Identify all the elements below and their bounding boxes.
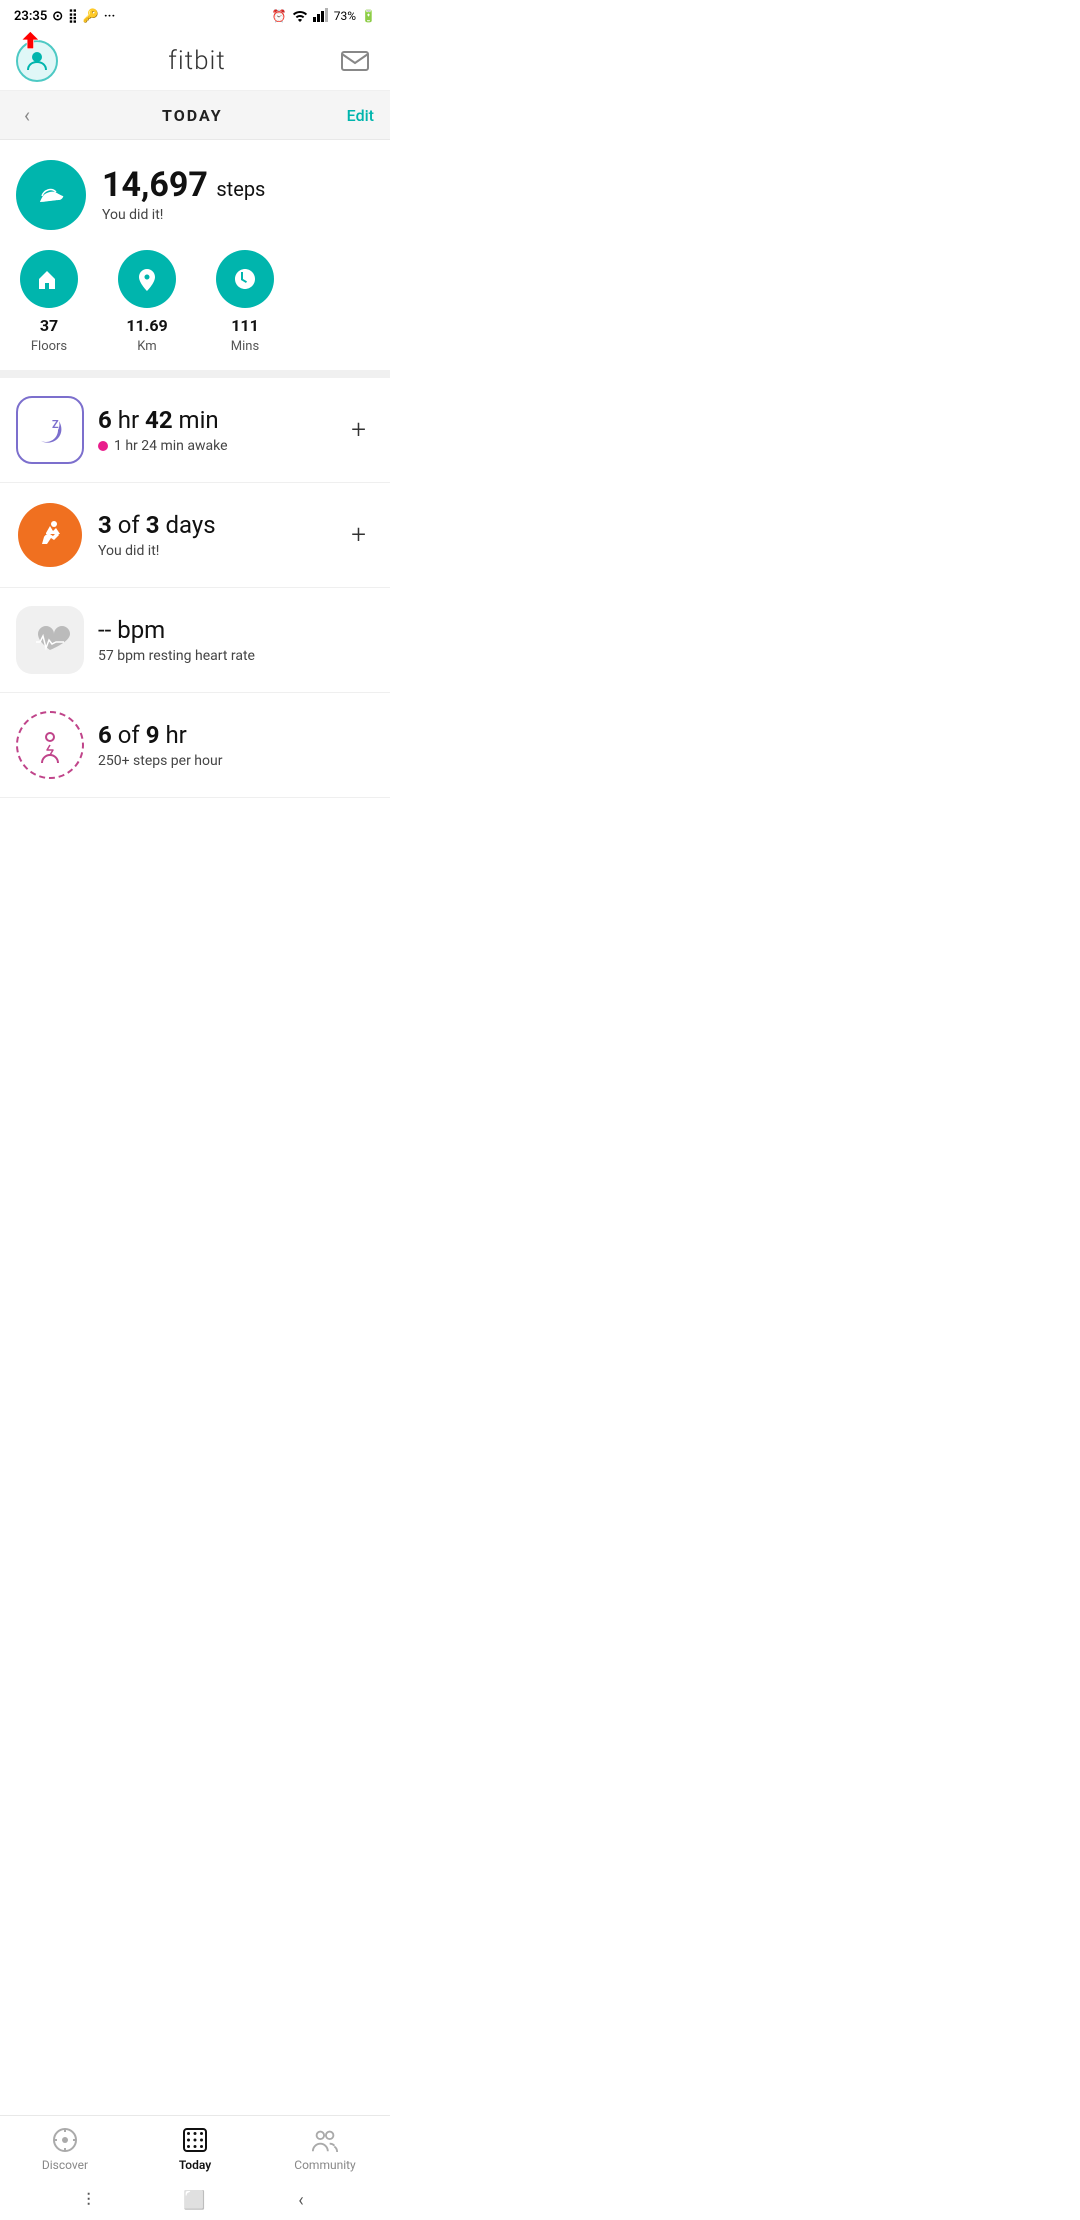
community-label: Community <box>294 2158 355 2172</box>
heartrate-icon-wrap <box>16 606 84 674</box>
wifi-icon <box>292 8 308 25</box>
heartrate-info: -- bpm 57 bpm resting heart rate <box>98 616 374 664</box>
activezone-sub: 250+ steps per hour <box>98 753 374 769</box>
km-label: Km <box>137 339 156 354</box>
status-right: ⏰ 73% 🔋 <box>272 8 376 25</box>
mins-icon <box>216 250 274 308</box>
activity-add-button[interactable]: + <box>343 516 374 554</box>
status-time: 23:35 ⊙ ⣿ 🔑 ··· <box>14 9 115 24</box>
activezone-item[interactable]: 6 of 9 hr 250+ steps per hour <box>0 693 390 798</box>
mins-value: 111 <box>231 316 259 335</box>
sleep-duration: 6 hr 42 min <box>98 406 343 435</box>
sleep-info: 6 hr 42 min 1 hr 24 min awake <box>98 406 343 454</box>
floors-icon <box>20 250 78 308</box>
app-header: fitbit <box>0 32 390 91</box>
fitbit-status-icon: ⊙ <box>52 9 63 24</box>
mins-stat[interactable]: 111 Mins <box>216 250 274 354</box>
floors-stat[interactable]: 37 Floors <box>20 250 78 354</box>
back-button[interactable]: ‹ <box>16 99 38 131</box>
home-button[interactable]: ⬜ <box>183 2190 205 2211</box>
steps-row[interactable]: 14,697 steps You did it! <box>16 160 374 230</box>
activity-sub: You did it! <box>98 543 343 559</box>
grid-icon: ⣿ <box>68 9 78 24</box>
battery-level: 73% <box>334 9 356 23</box>
heartrate-item[interactable]: -- bpm 57 bpm resting heart rate <box>0 588 390 693</box>
health-list: Z 6 hr 42 min 1 hr 24 min awake + <box>0 378 390 798</box>
system-nav: ⫶ ⬜ ‹ <box>0 2180 390 2220</box>
discover-icon <box>51 2126 79 2154</box>
activity-item[interactable]: 3 of 3 days You did it! + <box>0 483 390 588</box>
signal-icon <box>313 8 329 25</box>
community-icon <box>311 2126 339 2154</box>
activity-days: 3 of 3 days <box>98 511 343 540</box>
discover-label: Discover <box>42 2158 88 2172</box>
steps-icon-circle <box>16 160 86 230</box>
nav-bar: ‹ TODAY Edit <box>0 91 390 140</box>
nav-community[interactable]: Community <box>285 2126 365 2172</box>
activezone-icon-wrap <box>16 711 84 779</box>
steps-subtitle: You did it! <box>102 207 265 223</box>
heartrate-sub: 57 bpm resting heart rate <box>98 648 374 664</box>
mins-label: Mins <box>231 339 259 354</box>
activezone-value: 6 of 9 hr <box>98 721 374 750</box>
km-stat[interactable]: 11.69 Km <box>118 250 176 354</box>
nav-title: TODAY <box>162 106 223 125</box>
activezone-info: 6 of 9 hr 250+ steps per hour <box>98 721 374 769</box>
key-icon: 🔑 <box>83 9 99 24</box>
steps-section: 14,697 steps You did it! 37 Floors <box>0 140 390 370</box>
nav-discover[interactable]: Discover <box>25 2126 105 2172</box>
sleep-sub: 1 hr 24 min awake <box>98 438 343 454</box>
activity-icon-wrap <box>16 501 84 569</box>
svg-text:Z: Z <box>52 418 59 431</box>
km-value: 11.69 <box>126 316 167 335</box>
today-icon <box>181 2126 209 2154</box>
battery-icon: 🔋 <box>361 9 376 23</box>
heartrate-value: -- bpm <box>98 616 374 645</box>
recents-button[interactable]: ⫶ <box>86 2190 91 2211</box>
edit-button[interactable]: Edit <box>347 106 374 125</box>
steps-count: 14,697 steps <box>102 167 265 204</box>
app-title: fitbit <box>168 46 225 76</box>
more-icon: ··· <box>104 9 115 24</box>
floors-value: 37 <box>40 316 58 335</box>
steps-info: 14,697 steps You did it! <box>102 167 265 222</box>
floors-label: Floors <box>31 339 67 354</box>
section-divider <box>0 370 390 378</box>
awake-dot <box>98 441 108 451</box>
status-bar: 23:35 ⊙ ⣿ 🔑 ··· ⏰ 73% 🔋 <box>0 0 390 32</box>
alarm-icon: ⏰ <box>272 9 287 23</box>
nav-today[interactable]: Today <box>155 2126 235 2172</box>
sleep-add-button[interactable]: + <box>343 411 374 449</box>
back-sys-button[interactable]: ‹ <box>298 2190 303 2211</box>
mini-stats-row: 37 Floors 11.69 Km 1 <box>16 250 374 354</box>
bottom-nav: Discover Today <box>0 2115 390 2180</box>
sleep-item[interactable]: Z 6 hr 42 min 1 hr 24 min awake + <box>0 378 390 483</box>
km-icon <box>118 250 176 308</box>
activity-info: 3 of 3 days You did it! <box>98 511 343 559</box>
user-avatar[interactable] <box>16 40 58 82</box>
mail-button[interactable] <box>336 42 374 80</box>
sleep-icon-wrap: Z <box>16 396 84 464</box>
today-label: Today <box>179 2158 211 2172</box>
